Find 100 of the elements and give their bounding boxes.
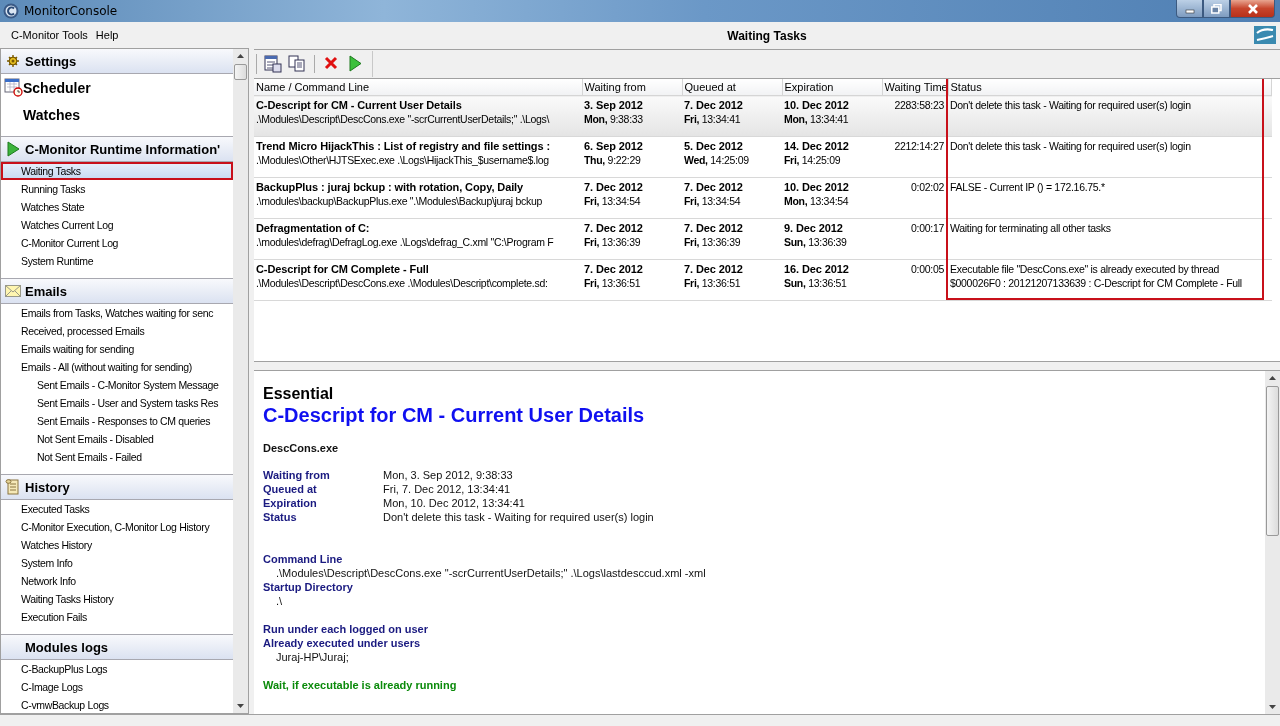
field-value: Fri, 7. Dec 2012, 13:34:41 — [383, 482, 512, 496]
table-cell-text: C-Descript for CM - Current User Details — [256, 98, 463, 112]
toolbar-button[interactable] — [287, 54, 307, 74]
sidebar-item[interactable]: System Info — [1, 554, 233, 572]
field-value: .\ — [275, 594, 284, 608]
table-row[interactable] — [254, 95, 1272, 137]
sidebar-item[interactable]: Emails waiting for sending — [1, 340, 233, 358]
section-header[interactable]: C-Monitor Runtime Information' — [1, 136, 233, 162]
table-cell-text: 10. Dec 2012 — [784, 98, 850, 112]
sidebar-item[interactable]: Emails from Tasks, Watches waiting for senc — [1, 304, 233, 322]
table-cell-text: 16. Dec 2012 — [784, 262, 850, 276]
table-cell-text: 7. Dec 2012 — [684, 180, 744, 194]
detail-executable: DescCons.exe — [263, 442, 340, 454]
restore-icon — [1211, 3, 1222, 14]
table-cell-text: Wed, 14:25:09 — [684, 153, 750, 167]
field-label: Command Line — [263, 552, 344, 566]
table-cell-text: FALSE - Current IP () = 172.16.75.* — [950, 180, 1106, 194]
copy-icon — [288, 55, 306, 73]
restore-button[interactable] — [1203, 0, 1230, 18]
table-cell-text: 0:00:05 — [910, 262, 944, 276]
table-cell-text: Fri, 13:34:41 — [684, 112, 742, 126]
scroll-up-icon — [237, 54, 244, 58]
table-cell-text: Don't delete this task - Waiting for required user(s) login — [950, 139, 1192, 153]
sidebar-item[interactable]: C-Monitor Current Log — [1, 234, 233, 252]
sidebar-item[interactable]: Received, processed Emails — [1, 322, 233, 340]
table-cell-text: BackupPlus : juraj bckup : with rotation, Copy, Daily — [256, 180, 525, 194]
column-header[interactable]: Waiting from — [582, 79, 682, 96]
sidebar-item[interactable]: C-BackupPlus Logs — [1, 660, 233, 678]
field-label: Already executed under users — [263, 636, 422, 650]
table-cell-text: 9. Dec 2012 — [784, 221, 844, 235]
scroll-down-icon — [237, 704, 244, 708]
table-cell-text: Don't delete this task - Waiting for required user(s) login — [950, 98, 1192, 112]
sidebar-item[interactable]: Waiting Tasks — [1, 162, 233, 180]
sidebar-item[interactable]: Network Info — [1, 572, 233, 590]
column-header[interactable]: Name / Command Line — [254, 79, 582, 96]
sidebar-item[interactable]: Running Tasks — [1, 180, 233, 198]
table-cell-text: Waiting for terminating all other tasks — [950, 221, 1112, 235]
table-cell-text: .\modules\defrag\DefragLog.exe .\Logs\defrag_C.xml "C:\Program F — [256, 235, 555, 249]
section-header[interactable]: Modules logs — [1, 634, 233, 660]
table-cell-text: 6. Sep 2012 — [584, 139, 644, 153]
table-cell-text: Fri, 13:36:39 — [684, 235, 742, 249]
sidebar-item[interactable]: C-Monitor Execution, C-Monitor Log History — [1, 518, 233, 536]
table-cell-text: Fri, 13:36:51 — [684, 276, 742, 290]
toolbar-button[interactable] — [263, 54, 283, 74]
scroll-thumb[interactable] — [1266, 386, 1279, 536]
field-label: Waiting from — [263, 468, 331, 482]
scroll-icon — [5, 479, 21, 495]
table-cell-text: C-Descript for CM Complete - Full — [256, 262, 430, 276]
section-header[interactable]: Settings — [1, 49, 233, 74]
close-button[interactable] — [1230, 0, 1275, 18]
table-cell-text: Fri, 13:36:39 — [584, 235, 642, 249]
scroll-bar[interactable] — [1265, 371, 1280, 714]
table-cell-text: Defragmentation of C: — [256, 221, 371, 235]
sidebar-item[interactable]: Waiting Tasks History — [1, 590, 233, 608]
table-cell-text: Thu, 9:22:29 — [584, 153, 642, 167]
scroll-thumb[interactable] — [234, 64, 247, 80]
column-header[interactable]: Status — [948, 79, 1272, 96]
sidebar-item[interactable]: C-vmwBackup Logs — [1, 696, 233, 713]
menu-item[interactable]: Help — [95, 28, 119, 42]
sidebar-item[interactable]: Executed Tasks — [1, 500, 233, 518]
table-cell-text: Fri, 13:34:54 — [584, 194, 642, 208]
sidebar-item[interactable]: Execution Fails — [1, 608, 233, 626]
menu-item[interactable]: C-Monitor Tools — [11, 28, 88, 42]
sidebar-item[interactable]: Not Sent Emails - Failed — [1, 448, 233, 466]
sidebar-item[interactable]: Sent Emails - User and System tasks Res — [1, 394, 233, 412]
sidebar-item[interactable]: Sent Emails - C-Monitor System Message — [1, 376, 233, 394]
sidebar-item[interactable]: Watches Current Log — [1, 216, 233, 234]
section-header[interactable]: History — [1, 474, 233, 500]
scroll-bar[interactable] — [233, 49, 248, 713]
close-icon — [1246, 3, 1259, 14]
column-header[interactable]: Queued at — [682, 79, 782, 96]
table-cell-text: 2212:14:27 — [893, 139, 944, 153]
table-icon — [264, 55, 282, 73]
sidebar-item[interactable]: System Runtime — [1, 252, 233, 270]
sidebar-item[interactable]: Watches State — [1, 198, 233, 216]
sidebar-item[interactable]: C-Image Logs — [1, 678, 233, 696]
table-cell-text: 0:02:02 — [910, 180, 944, 194]
table-cell-text: Fri, 13:34:54 — [684, 194, 742, 208]
sidebar-item[interactable]: Sent Emails - Responses to CM queries — [1, 412, 233, 430]
sidebar-item[interactable]: Watches History — [1, 536, 233, 554]
column-header[interactable]: Expiration — [782, 79, 882, 96]
scroll-down-icon — [1269, 705, 1276, 709]
field-label: Startup Directory — [263, 580, 354, 594]
minimize-button[interactable] — [1176, 0, 1203, 18]
envelope-icon — [5, 284, 21, 298]
detail-title: C-Descript for CM - Current User Details — [263, 404, 646, 427]
field-label: Queued at — [263, 482, 318, 496]
sidebar-item[interactable]: Not Sent Emails - Disabled — [1, 430, 233, 448]
table-cell-text: .\modules\backup\BackupPlus.exe ".\Modules\Backup\juraj bckup — [256, 194, 543, 208]
sidebar-link[interactable]: Watches — [1, 101, 233, 128]
section-header[interactable]: Emails — [1, 278, 233, 304]
field-value: Juraj-HP\Juraj; — [275, 650, 350, 664]
table-cell-text: Mon, 9:38:33 — [584, 112, 644, 126]
table-cell-text: 3. Sep 2012 — [584, 98, 644, 112]
sidebar-item[interactable]: Emails - All (without waiting for sending) — [1, 358, 233, 376]
app-icon — [3, 3, 19, 19]
sidebar-link[interactable]: Scheduler — [1, 74, 233, 101]
column-header[interactable]: Waiting Time — [882, 79, 948, 96]
table-cell-text: Executable file "DescCons.exe" is already executed by thread $000026F0 : 20121207133639 : C-Descript for CM Complete - Full — [950, 262, 1243, 290]
field-value: Don't delete this task - Waiting for required user(s) login — [383, 510, 655, 524]
